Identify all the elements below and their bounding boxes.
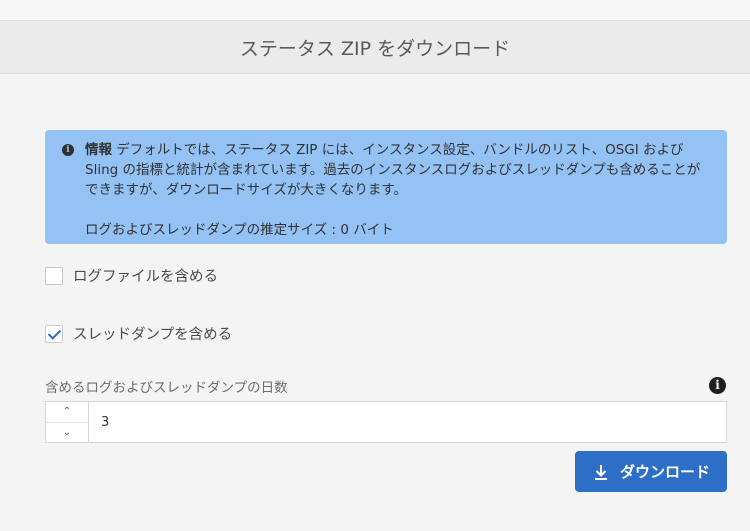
chevron-down-icon: ⌄ bbox=[62, 426, 72, 438]
info-alert: i 情報 デフォルトでは、ステータス ZIP には、インスタンス設定、バンドルの… bbox=[45, 130, 727, 244]
download-label: ダウンロード bbox=[619, 463, 710, 481]
days-stepper[interactable]: ⌃ ⌄ 3 bbox=[45, 401, 727, 443]
info-body: デフォルトでは、ステータス ZIP には、インスタンス設定、バンドルのリスト、O… bbox=[85, 142, 701, 198]
days-input[interactable]: 3 bbox=[89, 402, 109, 442]
info-text: 情報 デフォルトでは、ステータス ZIP には、インスタンス設定、バンドルのリス… bbox=[85, 140, 707, 200]
download-icon bbox=[594, 464, 607, 480]
days-label: 含めるログおよびスレッドダンプの日数 bbox=[45, 380, 288, 396]
include-thread-dumps-label: スレッドダンプを含める bbox=[73, 327, 233, 343]
chevron-up-icon: ⌃ bbox=[62, 406, 72, 418]
include-thread-dumps-checkbox[interactable]: スレッドダンプを含める bbox=[45, 323, 232, 344]
include-logs-checkbox[interactable]: ログファイルを含める bbox=[45, 265, 218, 286]
info-label: 情報 bbox=[85, 142, 112, 158]
checkbox-box-checked[interactable] bbox=[45, 324, 63, 343]
download-button[interactable]: ダウンロード bbox=[575, 451, 727, 492]
estimated-size: ログおよびスレッドダンプの推定サイズ : 0 バイト bbox=[85, 222, 394, 238]
top-strip bbox=[0, 0, 750, 20]
decrement-button[interactable]: ⌄ bbox=[46, 423, 88, 443]
dialog-header: ステータス ZIP をダウンロード bbox=[0, 20, 750, 74]
include-logs-label: ログファイルを含める bbox=[73, 269, 218, 285]
increment-button[interactable]: ⌃ bbox=[46, 402, 88, 423]
checkbox-box[interactable] bbox=[45, 266, 63, 285]
info-circle-icon: i bbox=[62, 144, 74, 156]
info-icon[interactable]: i bbox=[709, 377, 726, 394]
dialog-title: ステータス ZIP をダウンロード bbox=[239, 37, 511, 60]
